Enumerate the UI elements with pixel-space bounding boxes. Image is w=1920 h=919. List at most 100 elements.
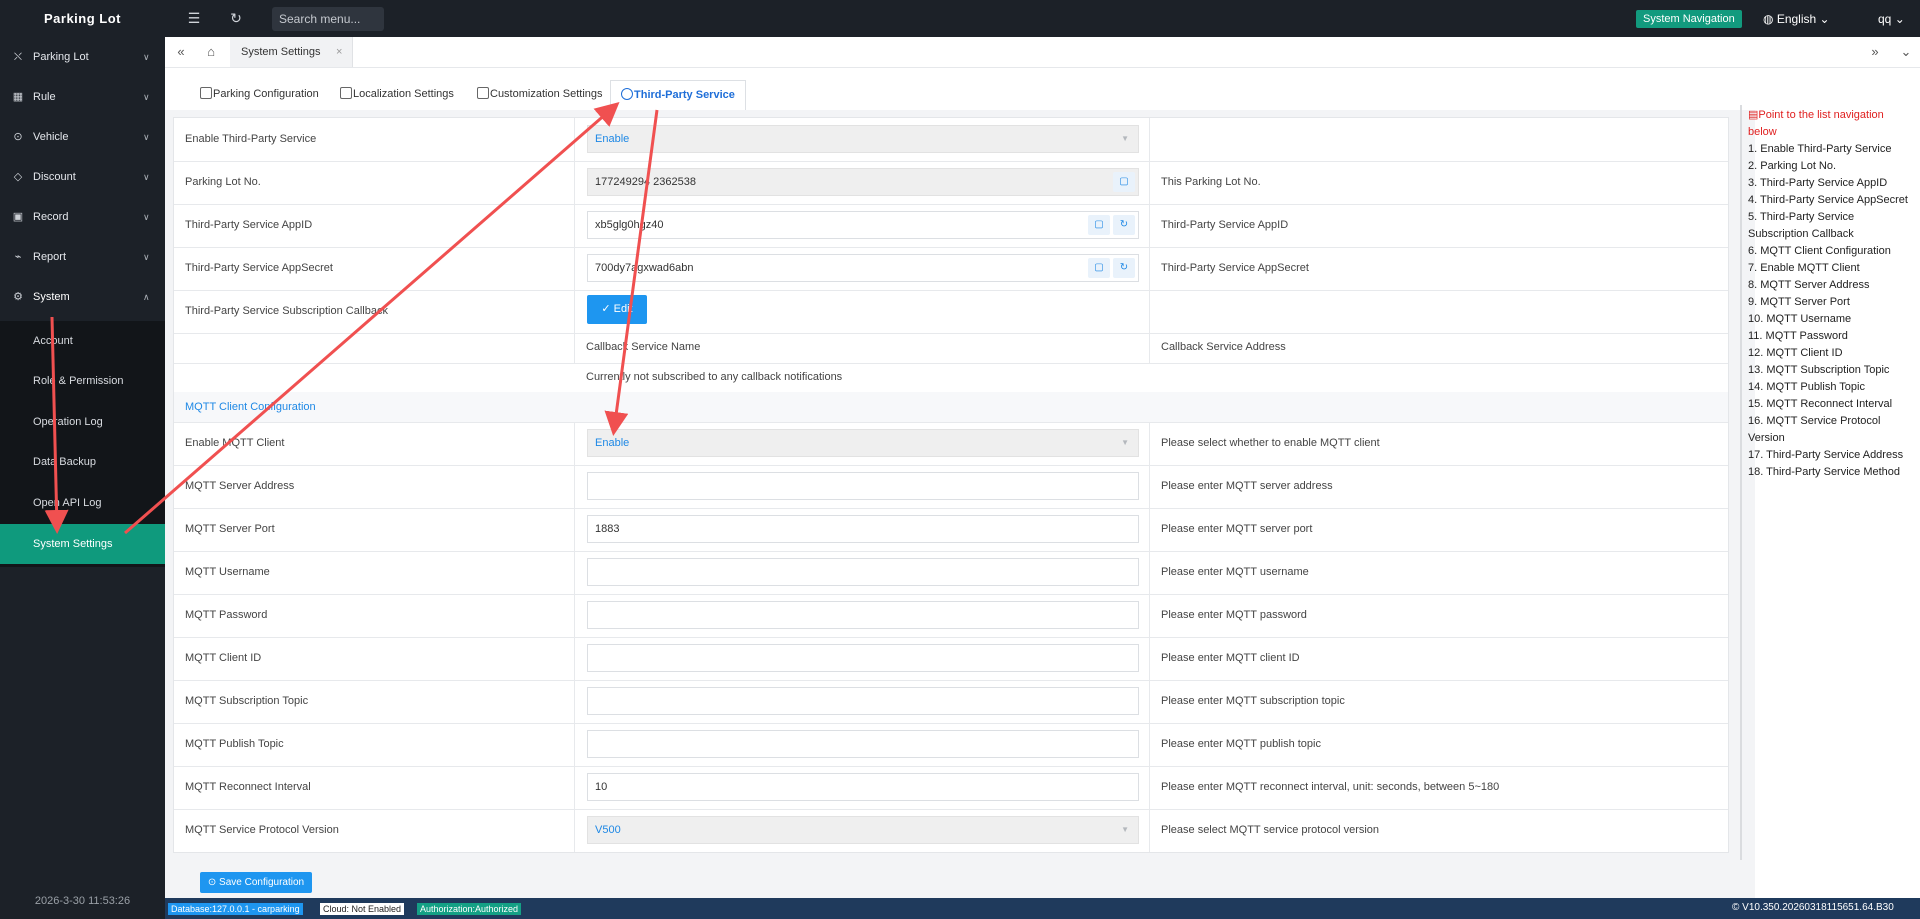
select-value: Enable: [595, 437, 630, 449]
sidebar-subitem-open-api-log[interactable]: Open API Log: [0, 483, 165, 523]
tab-localization-settings[interactable]: Localization Settings: [340, 80, 454, 109]
field-label: MQTT Subscription Topic: [185, 695, 309, 707]
select-value: Enable: [595, 133, 630, 145]
sidebar-item-rule[interactable]: ▦ Rule ∨: [0, 77, 165, 117]
version-text: V10.350.20260318115651.64.B30: [1742, 902, 1894, 913]
field-label: MQTT Service Protocol Version: [185, 824, 339, 836]
sidebar-subitem-operation-log[interactable]: Operation Log: [0, 402, 165, 442]
user-menu[interactable]: qq ⌄: [1878, 10, 1905, 28]
caret-down-icon: ▼: [1121, 825, 1129, 834]
mqtt-server-address-input[interactable]: [587, 472, 1139, 500]
sidebar-item-record[interactable]: ▣ Record ∨: [0, 197, 165, 237]
language-icon: [340, 87, 352, 99]
cube-icon: [477, 87, 489, 99]
nav-item[interactable]: 16. MQTT Service Protocol Version: [1748, 413, 1915, 447]
tab-system-settings[interactable]: System Settings ×: [230, 37, 353, 67]
settings-tabs: Parking Configuration Localization Setti…: [165, 68, 1755, 110]
mqtt-publish-topic-input[interactable]: [587, 730, 1139, 758]
field-label: MQTT Server Address: [185, 480, 295, 492]
tab-parking-configuration[interactable]: Parking Configuration: [200, 80, 319, 109]
chevron-down-icon[interactable]: ⌄: [1892, 37, 1920, 67]
close-icon[interactable]: ×: [336, 37, 342, 67]
sidebar-item-discount[interactable]: ◇ Discount ∨: [0, 157, 165, 197]
refresh-icon[interactable]: ↻: [227, 9, 245, 27]
field-label: Enable Third-Party Service: [185, 133, 317, 145]
sidebar-item-system[interactable]: ⚙ System ∧: [0, 277, 165, 317]
sidebar-subitem-label: Open API Log: [33, 497, 102, 509]
refresh-icon[interactable]: ↻: [1113, 258, 1135, 278]
nav-item[interactable]: 13. MQTT Subscription Topic: [1748, 362, 1915, 379]
sidebar-item-parking-lot[interactable]: ⛌ Parking Lot ∨: [0, 37, 165, 77]
mqtt-protocol-version-select[interactable]: V500 ▼: [587, 816, 1139, 844]
tab-third-party-service[interactable]: Third-Party Service: [610, 80, 746, 110]
tab-customization-settings[interactable]: Customization Settings: [477, 80, 603, 109]
nav-item[interactable]: 1. Enable Third-Party Service: [1748, 141, 1915, 158]
navigation-title-text: Point to the list navigation below: [1748, 109, 1884, 138]
form-row: MQTT Subscription Topic Please enter MQT…: [174, 680, 1728, 724]
refresh-icon[interactable]: ↻: [1113, 215, 1135, 235]
nav-item[interactable]: 14. MQTT Publish Topic: [1748, 379, 1915, 396]
nav-item[interactable]: 18. Third-Party Service Method: [1748, 464, 1915, 481]
enable-mqtt-select[interactable]: Enable ▼: [587, 429, 1139, 457]
field-value: 700dy7agxwad6abn: [595, 262, 694, 274]
nav-item[interactable]: 3. Third-Party Service AppID: [1748, 175, 1915, 192]
home-icon[interactable]: ⌂: [197, 37, 225, 67]
appsecret-field[interactable]: 700dy7agxwad6abn ▢ ↻: [587, 254, 1139, 282]
copy-icon[interactable]: ▢: [1088, 258, 1110, 278]
sidebar-item-label: Record: [33, 211, 69, 223]
copyright-icon: ©: [1732, 902, 1740, 913]
field-value: 177249294 2362538: [595, 176, 696, 188]
double-chevron-right-icon[interactable]: »: [1861, 37, 1889, 67]
chevron-down-icon: ⌄: [1819, 12, 1830, 26]
field-hint: This Parking Lot No.: [1161, 176, 1261, 188]
nav-item[interactable]: 8. MQTT Server Address: [1748, 277, 1915, 294]
double-chevron-left-icon[interactable]: «: [167, 37, 195, 67]
enable-third-party-select[interactable]: Enable ▼: [587, 125, 1139, 153]
sidebar-subitem-data-backup[interactable]: Data Backup: [0, 442, 165, 482]
nav-item[interactable]: 15. MQTT Reconnect Interval: [1748, 396, 1915, 413]
nav-item[interactable]: 12. MQTT Client ID: [1748, 345, 1915, 362]
nav-item[interactable]: 10. MQTT Username: [1748, 311, 1915, 328]
sidebar-item-report[interactable]: ⌁ Report ∨: [0, 237, 165, 277]
nav-item[interactable]: 7. Enable MQTT Client: [1748, 260, 1915, 277]
nav-item[interactable]: 6. MQTT Client Configuration: [1748, 243, 1915, 260]
top-bar: Parking Lot ☰ ↻ Search menu... System Na…: [0, 0, 1920, 37]
sidebar-subitem-label: System Settings: [33, 538, 113, 550]
nav-item[interactable]: 11. MQTT Password: [1748, 328, 1915, 345]
copy-icon[interactable]: ▢: [1088, 215, 1110, 235]
sidebar-item-vehicle[interactable]: ⊙ Vehicle ∨: [0, 117, 165, 157]
edit-callback-button[interactable]: ✓ Edit: [587, 295, 647, 324]
sidebar-subitem-role-permission[interactable]: Role & Permission: [0, 361, 165, 401]
system-navigation-button[interactable]: System Navigation: [1636, 10, 1742, 28]
sidebar-subitem-system-settings[interactable]: System Settings: [0, 524, 165, 564]
copy-icon[interactable]: ▢: [1113, 172, 1135, 192]
field-hint: Please enter MQTT server address: [1161, 480, 1333, 492]
mqtt-password-input[interactable]: [587, 601, 1139, 629]
column-header: Callback Service Name: [586, 341, 701, 353]
mqtt-subscription-topic-input[interactable]: [587, 687, 1139, 715]
mqtt-section-header: MQTT Client Configuration: [174, 392, 1728, 423]
search-input[interactable]: Search menu...: [272, 7, 384, 31]
save-configuration-button[interactable]: ⊙ Save Configuration: [200, 872, 312, 893]
menu-toggle-icon[interactable]: ☰: [185, 9, 203, 27]
parking-lot-no-field[interactable]: 177249294 2362538 ▢: [587, 168, 1139, 196]
mqtt-client-id-input[interactable]: [587, 644, 1139, 672]
language-selector[interactable]: ◍ English ⌄: [1763, 10, 1830, 28]
nav-item[interactable]: 17. Third-Party Service Address: [1748, 447, 1915, 464]
form-row: MQTT Server Address Please enter MQTT se…: [174, 465, 1728, 509]
form-row: Third-Party Service Subscription Callbac…: [174, 290, 1728, 334]
database-badge: Database:127.0.0.1 - carparking: [168, 903, 303, 915]
mqtt-username-input[interactable]: [587, 558, 1139, 586]
mqtt-reconnect-interval-input[interactable]: 10: [587, 773, 1139, 801]
field-label: MQTT Publish Topic: [185, 738, 284, 750]
caret-down-icon: ▼: [1121, 134, 1129, 143]
field-label: Third-Party Service Subscription Callbac…: [185, 305, 388, 317]
nav-item[interactable]: 9. MQTT Server Port: [1748, 294, 1915, 311]
nav-item[interactable]: 4. Third-Party Service AppSecret: [1748, 192, 1915, 209]
nav-item[interactable]: 2. Parking Lot No.: [1748, 158, 1915, 175]
appid-field[interactable]: xb5glg0hgz40 ▢ ↻: [587, 211, 1139, 239]
mqtt-server-port-input[interactable]: 1883: [587, 515, 1139, 543]
nav-item[interactable]: 5. Third-Party Service Subscription Call…: [1748, 209, 1915, 243]
sidebar-subitem-account[interactable]: Account: [0, 321, 165, 361]
sidebar: ⛌ Parking Lot ∨ ▦ Rule ∨ ⊙ Vehicle ∨ ◇ D…: [0, 37, 165, 919]
